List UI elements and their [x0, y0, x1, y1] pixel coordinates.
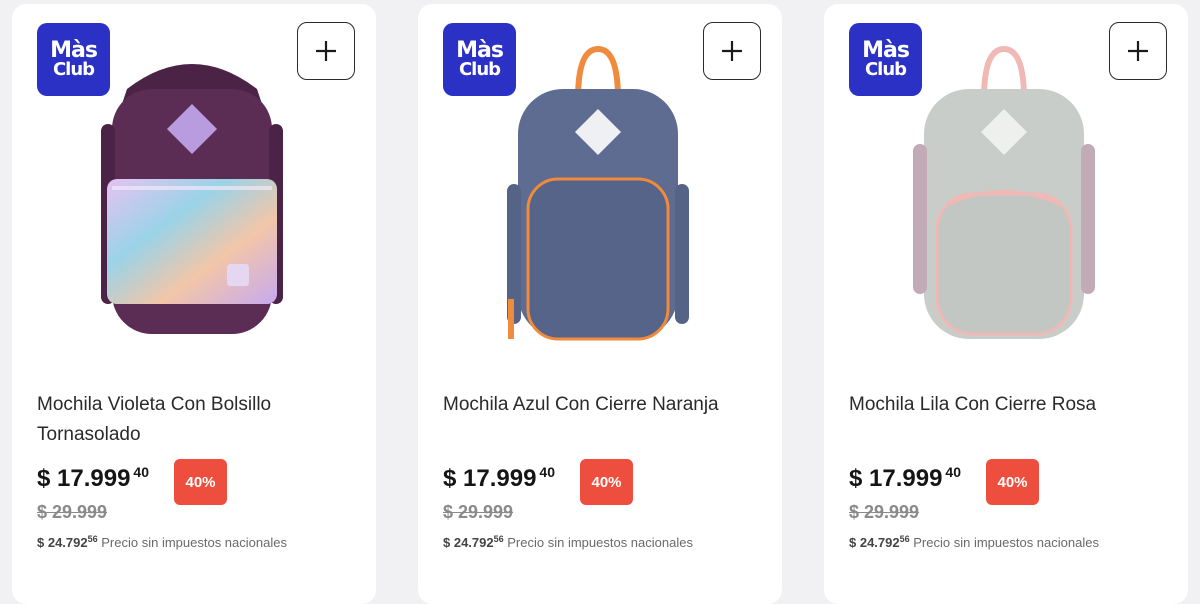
net-price-label: Precio sin impuestos nacionales [101, 535, 287, 550]
old-price: $ 29.999 [37, 502, 108, 522]
backpack-lilac-image[interactable] [879, 44, 1129, 354]
net-price-info: $ 24.79256 Precio sin impuestos nacional… [849, 534, 1099, 550]
product-card[interactable]: Màs Club Mochila Azul Con Cierre Naranja… [418, 4, 782, 604]
backpack-violet-image[interactable] [67, 44, 317, 354]
add-to-cart-button[interactable] [703, 22, 761, 80]
product-title[interactable]: Mochila Violeta Con Bolsillo Tornasolado [37, 390, 337, 450]
net-price-label: Precio sin impuestos nacionales [507, 535, 693, 550]
net-price-info: $ 24.79256 Precio sin impuestos nacional… [37, 534, 287, 550]
product-card[interactable]: Màs Club Mochila Lila Con Cierre Rosa $ … [824, 4, 1188, 604]
add-to-cart-button[interactable] [297, 22, 355, 80]
plus-icon [316, 41, 336, 61]
product-price: $ 17.999 40 [37, 464, 149, 492]
old-price: $ 29.999 [443, 502, 514, 522]
product-card[interactable]: Màs Club Mochila Violeta Con Bolsillo To… [12, 4, 376, 604]
backpack-blue-image[interactable] [473, 44, 723, 354]
discount-badge: 40% [986, 459, 1039, 505]
net-price-info: $ 24.79256 Precio sin impuestos nacional… [443, 534, 693, 550]
product-price: $ 17.999 40 [849, 464, 961, 492]
plus-icon [722, 41, 742, 61]
product-title[interactable]: Mochila Lila Con Cierre Rosa [849, 390, 1149, 420]
plus-icon [1128, 41, 1148, 61]
net-price-label: Precio sin impuestos nacionales [913, 535, 1099, 550]
discount-badge: 40% [580, 459, 633, 505]
old-price: $ 29.999 [849, 502, 920, 522]
discount-badge: 40% [174, 459, 227, 505]
product-price: $ 17.999 40 [443, 464, 555, 492]
product-title[interactable]: Mochila Azul Con Cierre Naranja [443, 390, 743, 420]
add-to-cart-button[interactable] [1109, 22, 1167, 80]
